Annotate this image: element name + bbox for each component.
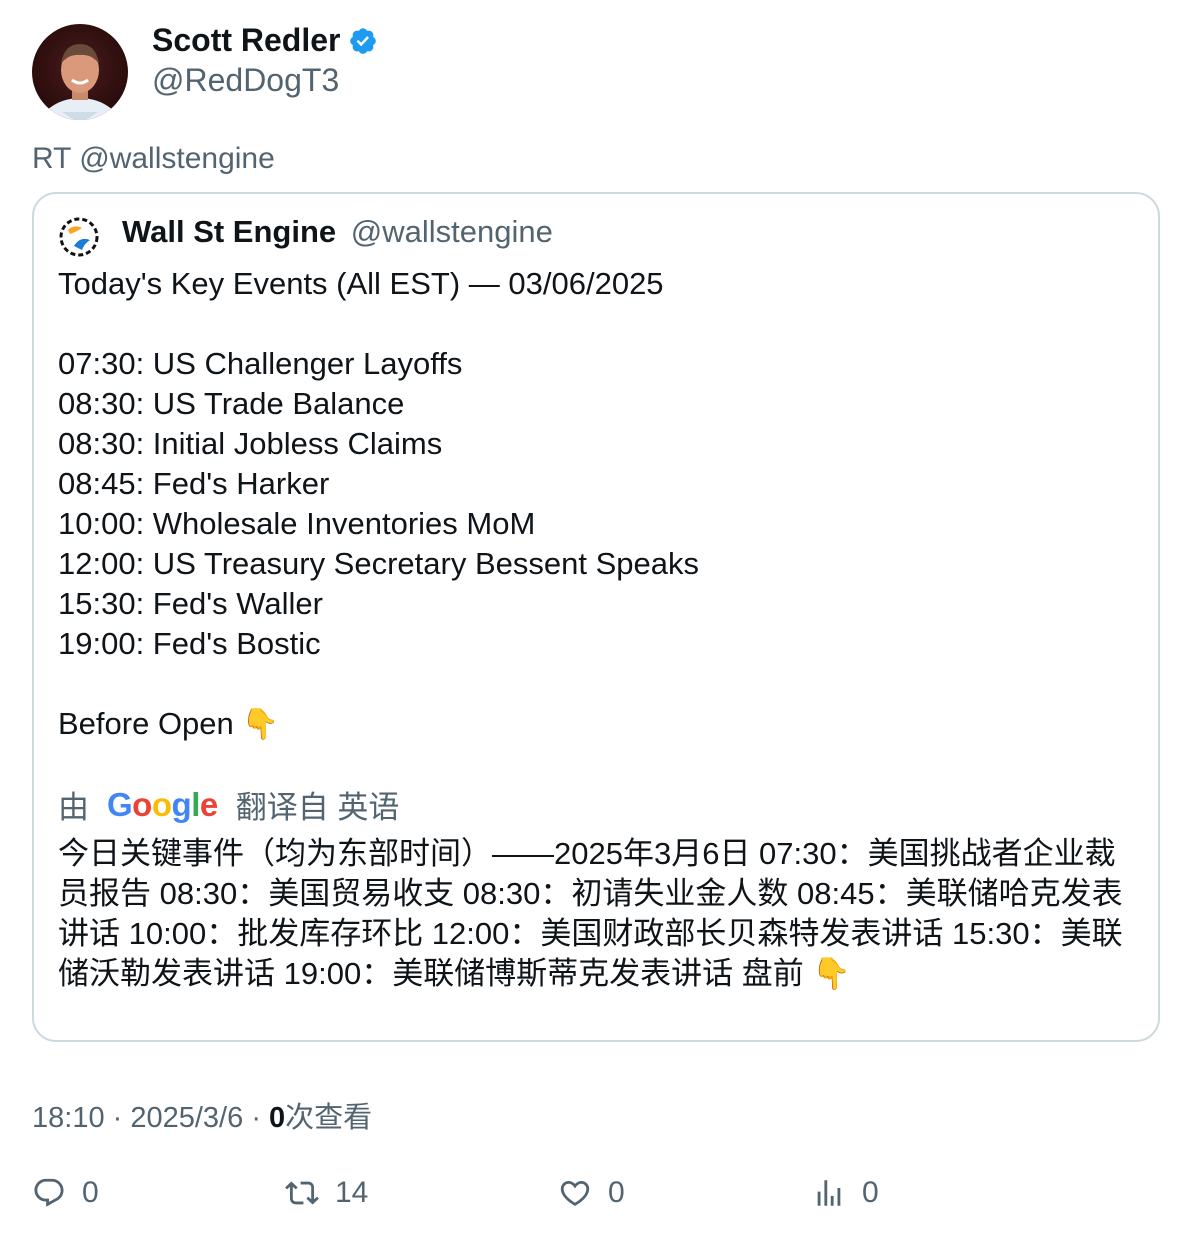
text-line: 08:30: US Trade Balance — [58, 386, 405, 421]
text-line-before-open: Before Open 👇 — [58, 704, 699, 744]
views-label: 次查看 — [285, 1102, 373, 1134]
translation-attribution[interactable]: 由 Google 翻译自 英语 — [58, 782, 399, 827]
meta-separator: · — [251, 1102, 270, 1134]
text-line: 12:00: US Treasury Secretary Bessent Spe… — [58, 546, 699, 581]
retweet-button[interactable]: 14 — [285, 1176, 368, 1210]
reply-count: 0 — [82, 1176, 99, 1209]
tweet-meta: 18:10 · 2025/3/6 · 0次查看 — [32, 1094, 372, 1136]
text-line: 10:00: Wholesale Inventories MoM — [58, 506, 536, 541]
quoted-tweet-text: Today's Key Events (All EST) — 03/06/202… — [58, 264, 699, 744]
text-line — [58, 664, 699, 704]
quoted-tweet-card[interactable]: Wall St Engine @wallstengine Today's Key… — [32, 192, 1160, 1042]
heart-icon — [560, 1180, 590, 1206]
text-line: 08:30: Initial Jobless Claims — [58, 426, 443, 461]
translated-text: 今日关键事件（均为东部时间）——2025年3月6日 07:30：美国挑战者企业裁… — [58, 836, 1123, 991]
reply-icon — [34, 1178, 64, 1207]
before-open-text: Before Open — [58, 706, 234, 741]
author-name-text[interactable]: Scott Redler — [152, 22, 340, 59]
text-line — [58, 304, 699, 344]
analytics-icon — [817, 1180, 841, 1206]
tweet-date[interactable]: 2025/3/6 — [130, 1102, 243, 1134]
views-action-count: 0 — [862, 1176, 879, 1209]
meta-separator: · — [112, 1102, 131, 1134]
quoted-header[interactable]: Wall St Engine @wallstengine — [122, 214, 553, 250]
text-line: 07:30: US Challenger Layoffs — [58, 346, 463, 381]
tweet-time[interactable]: 18:10 — [32, 1102, 105, 1134]
quoted-author-handle[interactable]: @wallstengine — [351, 214, 553, 249]
wall-st-engine-avatar-icon[interactable] — [58, 216, 100, 258]
text-line: Today's Key Events (All EST) — 03/06/202… — [58, 266, 664, 301]
text-line: 08:45: Fed's Harker — [58, 466, 330, 501]
author-name[interactable]: Scott Redler — [152, 22, 378, 59]
views-count: 0 — [269, 1102, 286, 1134]
action-bar: 0 14 0 0 — [0, 1176, 1196, 1226]
views-button[interactable]: 0 — [812, 1176, 879, 1210]
retweet-line: RT @wallstengine — [32, 142, 275, 175]
translation-suffix: 翻译自 英语 — [235, 790, 400, 825]
author-handle[interactable]: @RedDogT3 — [152, 62, 339, 99]
avatar-photo — [39, 44, 121, 120]
text-line: 19:00: Fed's Bostic — [58, 626, 321, 661]
like-button[interactable]: 0 — [558, 1176, 625, 1210]
author-avatar[interactable] — [32, 24, 128, 120]
retweet-icon — [285, 1181, 319, 1205]
pointing-down-icon: 👇 — [241, 708, 280, 741]
reply-button[interactable]: 0 — [32, 1176, 99, 1210]
retweet-count: 14 — [335, 1176, 369, 1209]
text-line: 15:30: Fed's Waller — [58, 586, 323, 621]
like-count: 0 — [608, 1176, 625, 1209]
verified-badge-icon — [350, 27, 377, 54]
quoted-author-name[interactable]: Wall St Engine — [122, 214, 336, 249]
translation-prefix: 由 — [58, 790, 89, 825]
google-logo-icon: Google — [107, 785, 218, 823]
